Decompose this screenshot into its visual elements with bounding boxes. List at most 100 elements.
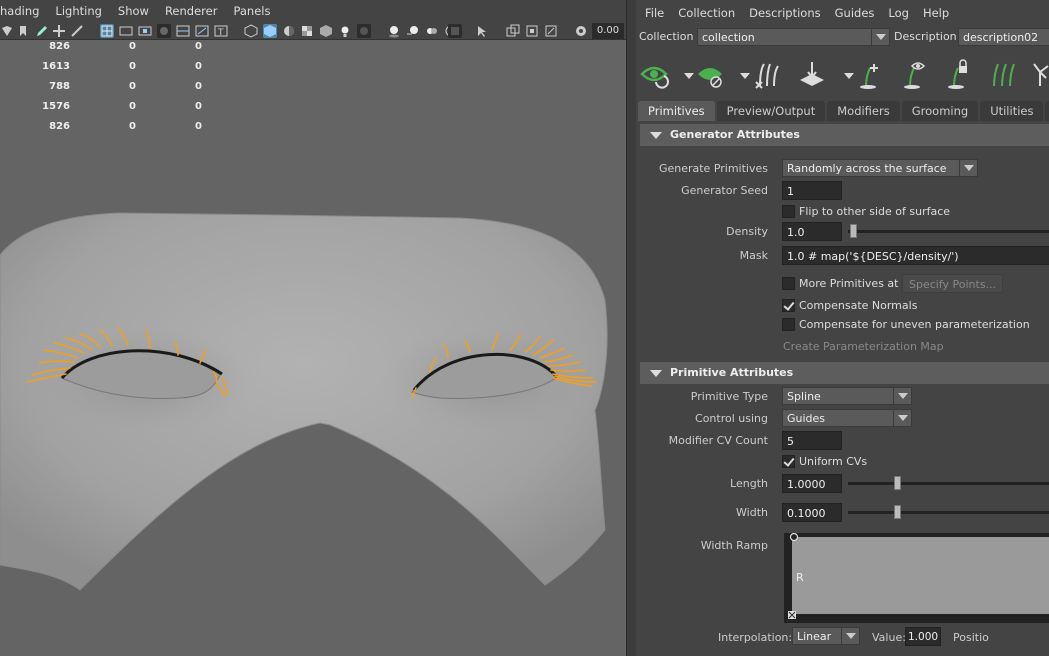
menu-help[interactable]: Help (916, 6, 956, 20)
width-ramp-graph[interactable] (784, 533, 1049, 623)
panel-splitter[interactable] (626, 0, 636, 656)
generator-seed-field[interactable]: 1 (782, 181, 842, 200)
density-label: Density (726, 225, 768, 238)
uniform-cvs-checkbox[interactable] (782, 455, 795, 468)
safe-title-icon[interactable]: T (214, 24, 228, 38)
density-slider-handle[interactable] (850, 224, 857, 238)
gate-mask-icon[interactable] (157, 24, 171, 38)
tab-modifiers[interactable]: Modifiers (827, 101, 900, 121)
select-icon[interactable] (475, 24, 489, 38)
preview-eye-icon[interactable] (638, 58, 672, 92)
guide-tool-icon[interactable] (750, 58, 784, 92)
chevron-down-icon (871, 29, 889, 45)
move-icon[interactable] (52, 24, 66, 38)
menu-log[interactable]: Log (881, 6, 916, 20)
flip-surface-checkbox[interactable] (782, 205, 795, 218)
menu-show[interactable]: Show (110, 0, 157, 22)
width-slider-handle[interactable] (894, 505, 901, 519)
two-view-icon[interactable] (506, 24, 520, 38)
light-icon[interactable] (338, 24, 352, 38)
tab-utilities[interactable]: Utilities (980, 101, 1044, 121)
field-chart-icon[interactable] (176, 24, 190, 38)
description-dropdown[interactable]: description02 (958, 28, 1049, 46)
width-field[interactable]: 0.1000 (782, 503, 842, 522)
frame-selected-icon[interactable] (525, 24, 539, 38)
control-using-dropdown[interactable]: Guides (782, 409, 912, 427)
groom-guides-icon[interactable] (986, 58, 1020, 92)
exposure-icon[interactable] (574, 24, 588, 38)
textured-icon[interactable] (300, 24, 314, 38)
default-material-icon[interactable] (282, 24, 296, 38)
viewport-menubar: hading Lighting Show Renderer Panels (0, 0, 626, 22)
pencil-icon[interactable] (35, 24, 49, 38)
tab-primitives[interactable]: Primitives (638, 101, 715, 121)
primitive-type-dropdown[interactable]: Spline (782, 387, 912, 405)
length-slider-handle[interactable] (894, 476, 901, 490)
chevron-down-icon[interactable] (672, 58, 694, 92)
width-ramp-label: Width Ramp (700, 539, 768, 552)
viewport-panel[interactable]: hading Lighting Show Renderer Panels T 0… (0, 0, 626, 656)
menu-file[interactable]: File (638, 6, 671, 20)
motion-blur-icon[interactable] (406, 24, 420, 38)
hud-row: 826 0 0 (49, 41, 202, 52)
exposure-value-field[interactable]: 0.00 (592, 23, 624, 39)
compensate-normals-checkbox[interactable] (782, 299, 795, 312)
brush-icon[interactable] (70, 24, 84, 38)
interpolation-dropdown[interactable]: Linear (792, 627, 860, 645)
frame-all-icon[interactable] (544, 24, 558, 38)
tab-expressions[interactable]: Ex (1045, 101, 1049, 121)
collapse-triangle-icon (650, 132, 662, 139)
ramp-value-field[interactable]: 1.000 (905, 627, 941, 646)
place-guide-icon[interactable] (796, 58, 830, 92)
add-guide-icon[interactable] (854, 58, 888, 92)
description-label: Description (894, 30, 957, 43)
collection-bar: Collection collection Description descri… (636, 26, 1049, 48)
ambient-occlusion-icon[interactable] (387, 24, 401, 38)
camera-icon[interactable] (0, 24, 14, 38)
tab-grooming[interactable]: Grooming (901, 101, 979, 121)
density-field[interactable]: 1.0 (782, 222, 842, 241)
length-field[interactable]: 1.0000 (782, 474, 842, 493)
grid-icon[interactable] (100, 24, 114, 38)
density-slider-track[interactable] (848, 230, 1049, 233)
resolution-gate-icon[interactable] (138, 24, 152, 38)
film-gate-icon[interactable] (119, 24, 133, 38)
clear-preview-icon[interactable] (694, 58, 728, 92)
chevron-down-icon[interactable] (728, 58, 750, 92)
wireframe-icon[interactable] (244, 24, 258, 38)
create-param-map-button[interactable]: Create Parameterization Map (783, 340, 944, 353)
lock-guide-icon[interactable] (942, 58, 976, 92)
safe-action-icon[interactable] (195, 24, 209, 38)
tab-preview-output[interactable]: Preview/Output (716, 101, 826, 121)
generator-seed-label: Generator Seed (681, 184, 768, 197)
mask-expression-field[interactable]: 1.0 # map('${DESC}/density/') (782, 246, 1049, 265)
menu-panels[interactable]: Panels (225, 0, 278, 22)
ramp-key-top[interactable] (789, 533, 799, 542)
generator-attributes-header[interactable]: Generator Attributes (640, 124, 1049, 146)
generate-primitives-dropdown[interactable]: Randomly across the surface (782, 159, 978, 177)
menu-collection[interactable]: Collection (671, 6, 742, 20)
chevron-down-icon[interactable] (832, 58, 854, 92)
multisample-icon[interactable] (425, 24, 439, 38)
specify-points-button[interactable]: Specify Points... (902, 274, 1004, 293)
menu-shading[interactable]: hading (0, 0, 47, 22)
collection-dropdown[interactable]: collection (697, 28, 890, 46)
menu-renderer[interactable]: Renderer (157, 0, 226, 22)
menu-lighting[interactable]: Lighting (47, 0, 109, 22)
interpolation-value: Linear (797, 630, 832, 643)
windmill-icon[interactable] (1028, 58, 1049, 92)
more-primitives-checkbox[interactable] (782, 277, 795, 290)
menu-descriptions[interactable]: Descriptions (742, 6, 828, 20)
xray-icon[interactable] (319, 24, 333, 38)
smooth-shade-icon[interactable] (263, 24, 277, 38)
show-guides-icon[interactable] (898, 58, 932, 92)
width-slider-track[interactable] (848, 511, 1049, 514)
menu-guides[interactable]: Guides (828, 6, 882, 20)
isolate-icon[interactable] (448, 24, 462, 38)
primitive-attributes-header[interactable]: Primitive Attributes (640, 362, 1049, 384)
modifier-cv-count-field[interactable]: 5 (782, 431, 842, 450)
shadows-icon[interactable] (357, 24, 371, 38)
bookmark-icon[interactable] (16, 24, 30, 38)
compensate-uneven-checkbox[interactable] (782, 318, 795, 331)
length-slider-track[interactable] (848, 482, 1049, 485)
